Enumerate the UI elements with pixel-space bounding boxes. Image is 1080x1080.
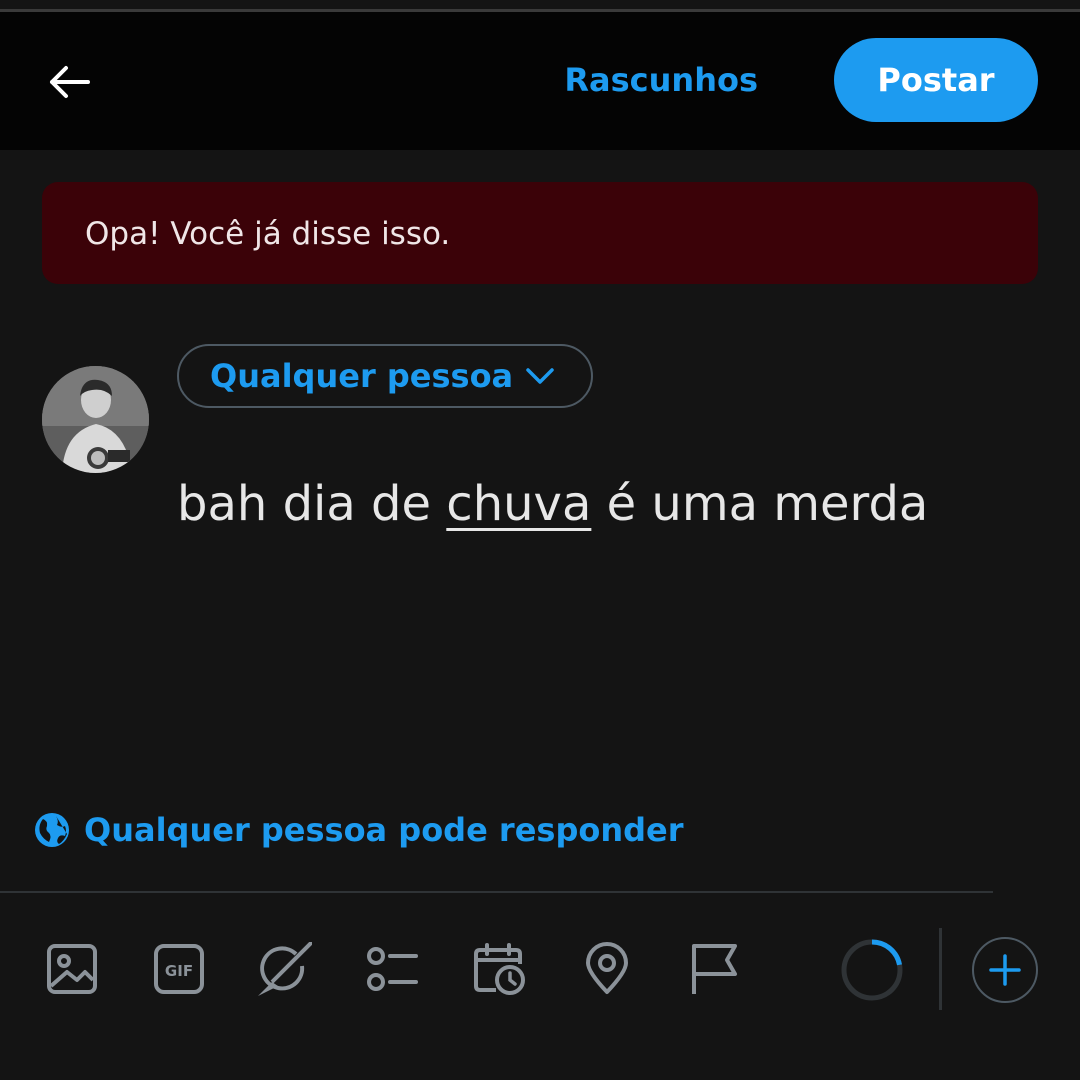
- avatar-image: [42, 366, 149, 473]
- audience-label: Qualquer pessoa: [210, 357, 514, 395]
- image-icon[interactable]: [45, 942, 99, 996]
- back-arrow-icon[interactable]: [44, 62, 94, 102]
- chevron-down-icon: [526, 368, 554, 384]
- toolbar-separator: [939, 928, 942, 1010]
- compose-text-part: bah dia de: [177, 476, 447, 532]
- schedule-icon[interactable]: [472, 942, 526, 996]
- compose-header: Rascunhos Postar: [0, 12, 1080, 150]
- character-counter: [841, 939, 903, 1001]
- plus-icon: [989, 954, 1021, 986]
- drafts-button[interactable]: Rascunhos: [564, 60, 758, 100]
- gif-icon-text: GIF: [165, 962, 193, 980]
- location-icon[interactable]: [580, 942, 634, 996]
- reply-setting-label: Qualquer pessoa pode responder: [84, 811, 684, 849]
- audience-selector[interactable]: Qualquer pessoa: [177, 344, 593, 408]
- error-banner: Opa! Você já disse isso.: [42, 182, 1038, 284]
- compose-text-part: é uma merda: [591, 476, 929, 532]
- toolbar-divider: [0, 891, 993, 893]
- gif-icon[interactable]: GIF: [152, 942, 206, 996]
- poll-icon[interactable]: [364, 942, 418, 996]
- compose-text-underlined-word: chuva: [446, 476, 592, 532]
- avatar[interactable]: [42, 366, 149, 473]
- compose-textarea[interactable]: bah dia de chuva é uma merda: [177, 472, 1037, 536]
- add-post-button[interactable]: [972, 937, 1038, 1003]
- flag-icon[interactable]: [687, 942, 741, 996]
- globe-icon: [35, 813, 69, 847]
- reply-setting-button[interactable]: Qualquer pessoa pode responder: [34, 808, 684, 852]
- post-button[interactable]: Postar: [834, 38, 1038, 122]
- grok-icon[interactable]: [258, 942, 312, 996]
